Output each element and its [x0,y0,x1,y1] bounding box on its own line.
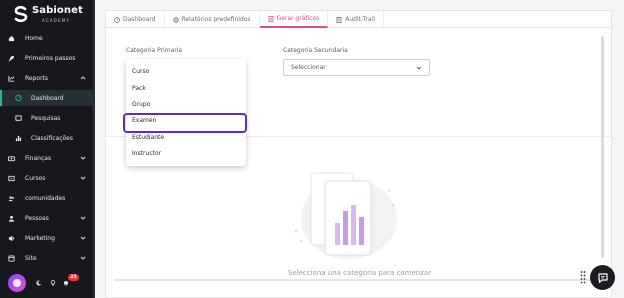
sidebar-item-financas[interactable]: Finanças [0,150,95,166]
dashboard-icon [15,94,22,102]
chevron-down-icon [80,156,86,160]
dropdown-option-curso[interactable]: Curso [132,68,149,75]
lightbulb-icon[interactable] [50,280,56,286]
tab-label: Audit-Trail [345,16,375,23]
highlight-box [123,113,247,133]
brand-subtitle: ACADEMY [42,18,71,23]
people-icon [8,215,15,222]
dropdown-option-grupo[interactable]: Grupo [132,101,150,108]
content-scrollbar[interactable] [601,36,604,258]
rocket-icon [8,55,15,62]
audit-icon [336,16,342,23]
tab-label: Relatórios predefinidos [181,16,251,23]
chevron-down-icon [80,176,86,180]
sidebar-item-label: Dashboard [31,94,64,102]
dropdown-option-instructor[interactable]: Instructor [132,150,161,157]
sidebar-item-label: Marketing [25,234,55,242]
sidebar-item-label: Reports [25,74,49,82]
tab-bar: Dashboard Relatórios predefinidos Gerar … [106,11,613,28]
notification-badge: 25 [68,274,79,281]
gear-icon [172,16,179,23]
sidebar-item-comunidades[interactable]: comunidades [0,190,95,206]
secondary-category-label: Categoria Secundaria [283,47,348,54]
sidebar-item-site[interactable]: Site [0,250,95,266]
sidebar-item-reports[interactable]: Reports [0,70,95,86]
chat-icon [597,272,608,283]
moon-icon[interactable] [36,280,42,286]
tab-label: Dashboard [123,16,156,23]
survey-icon [15,114,22,122]
tab-dashboard[interactable]: Dashboard [106,11,165,28]
sidebar-item-label: Cursos [25,174,46,182]
dropdown-option-estudiante[interactable]: Estudiante [132,134,164,141]
sidebar-item-label: Site [25,254,37,262]
avatar[interactable] [8,274,26,292]
sidebar-scrollbar[interactable] [93,0,95,298]
megaphone-icon [8,235,15,242]
sidebar: Sabionet ACADEMY Home Primeiros passos R… [0,0,95,298]
tab-label: Gerar gráficos [276,15,320,22]
brand[interactable]: Sabionet ACADEMY [14,5,94,27]
sidebar-item-dashboard[interactable]: Dashboard [0,90,95,106]
sidebar-item-pesquisas[interactable]: Pesquisas [0,110,95,126]
active-indicator [0,90,2,106]
site-icon [8,254,15,262]
chevron-down-icon [416,66,422,70]
sidebar-item-classificacoes[interactable]: Classificações [0,130,95,146]
document-icon [268,15,274,22]
chevron-down-icon [80,236,86,240]
chevron-up-icon [80,76,86,80]
dropdown-option-pack[interactable]: Pack [132,85,146,92]
tab-gerar-graficos[interactable]: Gerar gráficos [259,11,329,28]
community-icon [8,195,15,202]
tab-relatorios-predefinidos[interactable]: Relatórios predefinidos [165,11,260,28]
sidebar-footer: 25 [0,268,95,298]
chat-button[interactable] [590,265,615,290]
finance-icon [8,155,15,162]
sidebar-item-pessoas[interactable]: Pessoas [0,210,95,226]
sidebar-item-cursos[interactable]: Cursos [0,170,95,186]
empty-state-message: Selecciona una categoria para comenzar [287,269,432,277]
sidebar-item-marketing[interactable]: Marketing [0,230,95,246]
drag-handle-icon[interactable] [580,270,586,284]
sidebar-item-primeiros-passos[interactable]: Primeiros passos [0,50,95,66]
sabionet-logo-icon [14,6,28,22]
sidebar-item-label: Classificações [31,134,73,142]
sidebar-item-label: Pesquisas [31,114,61,122]
main-panel: Dashboard Relatórios predefinidos Gerar … [105,10,613,298]
secondary-select-value: Seleccionar [291,64,326,71]
primary-category-label: Categoria Primaria [126,47,183,54]
sidebar-item-home[interactable]: Home [0,30,95,46]
empty-chart-illustration [294,172,397,259]
chevron-down-icon [80,256,86,260]
sidebar-item-label: Pessoas [25,214,49,222]
courses-icon [8,175,15,182]
sidebar-item-label: Finanças [25,154,52,162]
sidebar-item-label: Home [25,34,43,42]
gauge-icon [114,16,120,23]
horizontal-scrollbar[interactable] [114,279,604,281]
secondary-category-select[interactable]: Seleccionar [283,59,430,76]
chevron-down-icon [80,216,86,220]
chart-icon [8,75,15,82]
home-icon [8,35,15,42]
brand-name: Sabionet [32,5,83,16]
tab-audit-trail[interactable]: Audit-Trail [328,11,384,28]
ranking-icon [15,135,22,142]
bell-icon[interactable] [63,280,69,286]
sidebar-item-label: Primeiros passos [25,54,76,62]
sidebar-item-label: comunidades [25,194,66,202]
